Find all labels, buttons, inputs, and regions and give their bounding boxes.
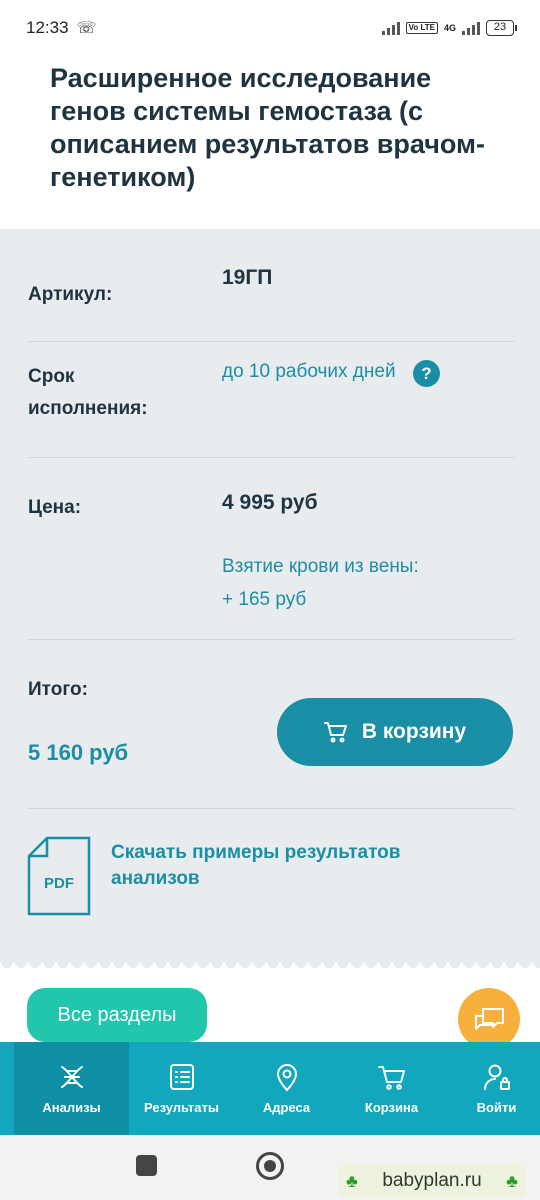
volte-badge: Vo LTE bbox=[405, 22, 438, 34]
tab-cart-label: Корзина bbox=[364, 1100, 419, 1115]
divider-wave bbox=[0, 962, 540, 976]
page-title: Расширенное исследование генов системы г… bbox=[50, 63, 486, 192]
clover-icon-2: ♣ bbox=[506, 1170, 518, 1191]
watermark: ♣ babyplan.ru ♣ bbox=[338, 1164, 526, 1198]
price-row: Цена: 4 995 руб Взятие крови из вены: + … bbox=[28, 458, 514, 640]
cart-tab-icon bbox=[377, 1066, 405, 1090]
all-sections-button[interactable]: Все разделы bbox=[27, 988, 207, 1042]
signal-icon-2 bbox=[462, 21, 480, 35]
map-pin-icon bbox=[276, 1064, 297, 1092]
network-type: 4G bbox=[443, 22, 456, 33]
status-bar: 12:33 ☏ Vo LTE 4G 23 bbox=[0, 0, 540, 56]
product-details: Артикул: 19ГП Срок исполнения: до 10 раб… bbox=[0, 229, 540, 962]
signal-icon bbox=[381, 21, 400, 35]
user-icon bbox=[483, 1064, 510, 1090]
add-to-cart-label: В корзину bbox=[361, 720, 467, 743]
recents-button[interactable] bbox=[136, 1155, 157, 1176]
blood-draw-price: + 165 руб bbox=[222, 589, 307, 610]
tab-analyses-label: Анализы bbox=[42, 1100, 101, 1115]
term-value: до 10 рабочих дней bbox=[222, 361, 396, 382]
tab-addresses[interactable]: Адреса bbox=[234, 1042, 339, 1135]
tab-cart[interactable]: Корзина bbox=[339, 1042, 444, 1135]
clover-icon: ♣ bbox=[346, 1170, 358, 1191]
call-icon: ☏ bbox=[76, 20, 97, 37]
chat-button[interactable] bbox=[458, 988, 520, 1050]
download-examples-link[interactable]: Скачать примеры результатов анализов bbox=[111, 840, 471, 892]
help-icon[interactable]: ? bbox=[413, 360, 440, 387]
tab-addresses-label: Адреса bbox=[262, 1100, 311, 1115]
tab-results-label: Результаты bbox=[144, 1100, 219, 1115]
price-label: Цена: bbox=[28, 497, 82, 518]
article-value: 19ГП bbox=[222, 266, 273, 289]
term-label: Срок исполнения: bbox=[28, 366, 148, 419]
home-button[interactable] bbox=[256, 1152, 284, 1180]
tab-login-label: Войти bbox=[476, 1100, 517, 1115]
status-time: 12:33 bbox=[26, 18, 69, 37]
dna-icon bbox=[60, 1066, 83, 1088]
article-label: Артикул: bbox=[28, 284, 113, 305]
watermark-text: babyplan.ru bbox=[382, 1170, 482, 1191]
chat-icon bbox=[475, 1008, 504, 1030]
pdf-icon[interactable]: PDF bbox=[27, 836, 91, 916]
battery-icon: 23 bbox=[486, 20, 517, 36]
total-value: 5 160 руб bbox=[28, 740, 129, 765]
add-to-cart-button[interactable]: В корзину bbox=[277, 698, 513, 766]
total-label: Итого: bbox=[28, 679, 88, 700]
tab-results[interactable]: Результаты bbox=[129, 1042, 234, 1135]
tab-login[interactable]: Войти bbox=[444, 1042, 540, 1135]
term-row: Срок исполнения: до 10 рабочих дней bbox=[28, 342, 514, 458]
bottom-tab-bar: Анализы Результаты Адреса Корзина Войти bbox=[0, 1042, 540, 1135]
tab-analyses[interactable]: Анализы bbox=[14, 1042, 129, 1135]
blood-draw-label: Взятие крови из вены: bbox=[222, 556, 419, 577]
cart-icon bbox=[323, 722, 347, 743]
pdf-label: PDF bbox=[44, 875, 74, 892]
list-icon bbox=[169, 1064, 194, 1090]
article-row: Артикул: 19ГП bbox=[28, 229, 514, 342]
price-value: 4 995 руб bbox=[222, 491, 318, 514]
